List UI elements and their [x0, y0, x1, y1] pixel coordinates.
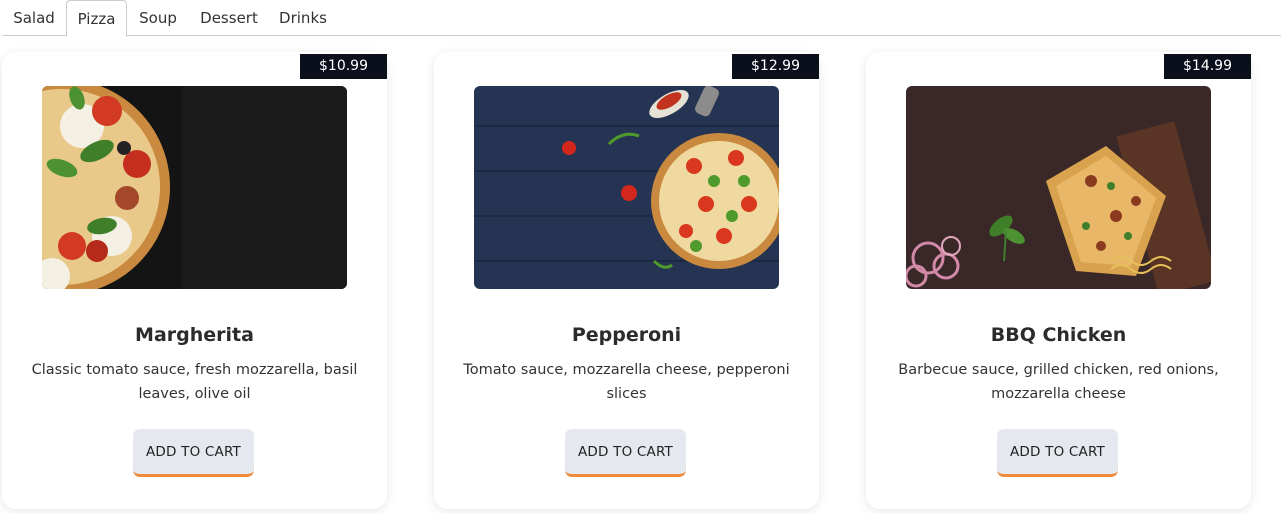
product-name: BBQ Chicken — [990, 324, 1127, 346]
add-to-cart-button[interactable]: ADD TO CART — [565, 429, 686, 477]
product-card-margherita: $10.99 Margherita Classic tomato sauce, … — [2, 52, 387, 509]
tab-soup[interactable]: Soup — [128, 0, 188, 36]
add-to-cart-button[interactable]: ADD TO CART — [133, 429, 254, 477]
add-to-cart-button[interactable]: ADD TO CART — [997, 429, 1118, 477]
tab-pizza[interactable]: Pizza — [66, 0, 127, 37]
product-card-pepperoni: $12.99 Pepperoni Tomato sauce, mozzarell… — [434, 52, 819, 509]
margherita-pizza-image — [42, 86, 347, 289]
tab-dessert[interactable]: Dessert — [190, 0, 268, 36]
price-badge: $12.99 — [732, 54, 819, 79]
price-badge: $14.99 — [1164, 54, 1251, 79]
product-description: Tomato sauce, mozzarella cheese, peppero… — [463, 362, 790, 402]
product-card-bbq-chicken: $14.99 BBQ Chicken Barbecue sauce, grill — [866, 52, 1251, 509]
tab-drinks[interactable]: Drinks — [270, 0, 336, 36]
product-name: Pepperoni — [571, 324, 682, 346]
bbq-chicken-pizza-image — [906, 86, 1211, 289]
category-tabs: Salad Pizza Soup Dessert Drinks — [2, 0, 1281, 37]
tab-salad[interactable]: Salad — [2, 0, 66, 36]
product-name: Margherita — [135, 324, 254, 346]
product-description: Classic tomato sauce, fresh mozzarella, … — [31, 362, 358, 402]
price-badge: $10.99 — [300, 54, 387, 79]
pepperoni-pizza-image — [474, 86, 779, 289]
product-description: Barbecue sauce, grilled chicken, red oni… — [898, 362, 1219, 402]
